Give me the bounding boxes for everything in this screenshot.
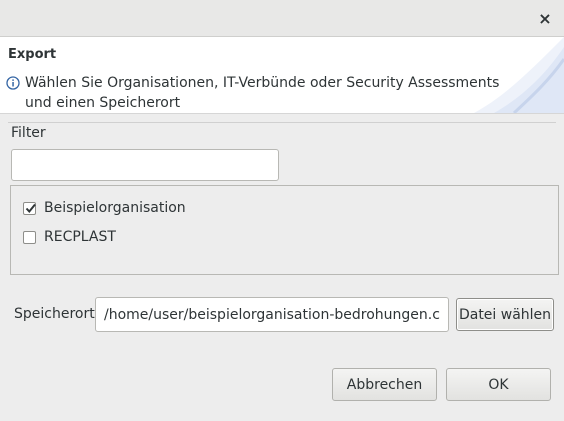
banner-message-line-1: Wählen Sie Organisationen, IT-Verbünde o… bbox=[25, 75, 500, 91]
selection-list[interactable]: Beispielorganisation RECPLAST bbox=[10, 185, 559, 275]
list-item-label: RECPLAST bbox=[44, 229, 116, 245]
ok-button[interactable]: OK bbox=[446, 368, 551, 401]
banner-message-line-2: und einen Speicherort bbox=[25, 95, 181, 111]
filter-label: Filter bbox=[11, 125, 46, 141]
info-icon bbox=[6, 76, 20, 90]
filter-input[interactable] bbox=[11, 149, 279, 181]
choose-file-button[interactable]: Datei wählen bbox=[456, 298, 554, 331]
close-button[interactable]: × bbox=[536, 8, 554, 28]
list-item-recplast[interactable]: RECPLAST bbox=[23, 229, 116, 245]
banner-message: Wählen Sie Organisationen, IT-Verbünde o… bbox=[6, 73, 499, 113]
cancel-button[interactable]: Abbrechen bbox=[332, 368, 437, 401]
dialog-titlebar: × bbox=[0, 0, 564, 37]
checkbox-unchecked[interactable] bbox=[23, 230, 36, 244]
banner-separator bbox=[0, 113, 564, 114]
location-input[interactable] bbox=[95, 297, 449, 332]
content-separator bbox=[8, 122, 556, 123]
checkbox-checked[interactable] bbox=[23, 201, 36, 215]
location-label: Speicherort bbox=[14, 306, 95, 322]
close-icon: × bbox=[538, 8, 552, 28]
dialog-banner: Export Wählen Sie Organisationen, IT-Ver… bbox=[0, 37, 564, 113]
list-item-label: Beispielorganisation bbox=[44, 200, 186, 216]
list-item-beispielorganisation[interactable]: Beispielorganisation bbox=[23, 200, 186, 216]
dialog-title: Export bbox=[8, 47, 57, 62]
checkmark-icon bbox=[25, 203, 36, 213]
